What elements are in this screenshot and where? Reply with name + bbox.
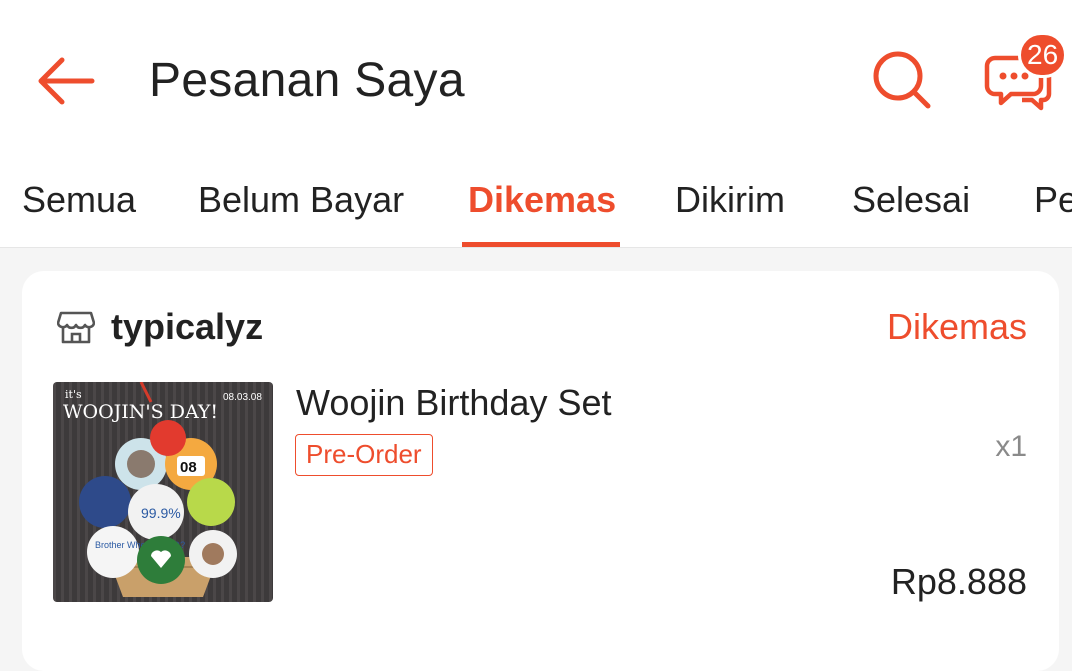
- art-small-title: it's: [65, 388, 82, 401]
- page-title: Pesanan Saya: [149, 54, 465, 107]
- tab-selesai[interactable]: Selesai: [852, 160, 970, 247]
- product-price: Rp8.888: [890, 561, 1027, 602]
- pre-order-badge: Pre-Order: [295, 434, 433, 476]
- chat-unread-badge: 26: [1018, 32, 1068, 78]
- active-tab-indicator: [462, 242, 620, 247]
- search-button[interactable]: [866, 44, 938, 116]
- tab-partial[interactable]: Pe: [1034, 160, 1072, 247]
- art-title: WOOJIN'S DAY!: [63, 401, 218, 423]
- order-status-tabs: Semua Belum Bayar Dikemas Dikirim Selesa…: [0, 160, 1072, 248]
- art-badge-08: 08: [180, 459, 197, 476]
- order-status-label: Dikemas: [886, 306, 1027, 347]
- top-app-bar: Pesanan Saya 26: [0, 0, 1072, 160]
- search-icon: [873, 51, 931, 109]
- shop-name[interactable]: typicalyz: [111, 302, 263, 352]
- product-image: it's WOOJIN'S DAY! 08.03.08 08 99.9% Bro…: [53, 382, 273, 602]
- tab-dikirim[interactable]: Dikirim: [675, 160, 785, 247]
- product-thumbnail[interactable]: it's WOOJIN'S DAY! 08.03.08 08 99.9% Bro…: [53, 382, 273, 602]
- shop-icon: [57, 311, 95, 344]
- product-name[interactable]: Woojin Birthday Set: [296, 378, 612, 428]
- tab-belum-bayar[interactable]: Belum Bayar: [198, 160, 404, 247]
- art-date: 08.03.08: [223, 392, 262, 403]
- tab-semua[interactable]: Semua: [22, 160, 136, 247]
- back-button[interactable]: [30, 48, 100, 114]
- arrow-left-icon: [38, 57, 95, 105]
- tab-dikemas[interactable]: Dikemas: [468, 160, 616, 247]
- product-quantity: x1: [995, 430, 1027, 463]
- art-badge-percent: 99.9%: [141, 505, 181, 521]
